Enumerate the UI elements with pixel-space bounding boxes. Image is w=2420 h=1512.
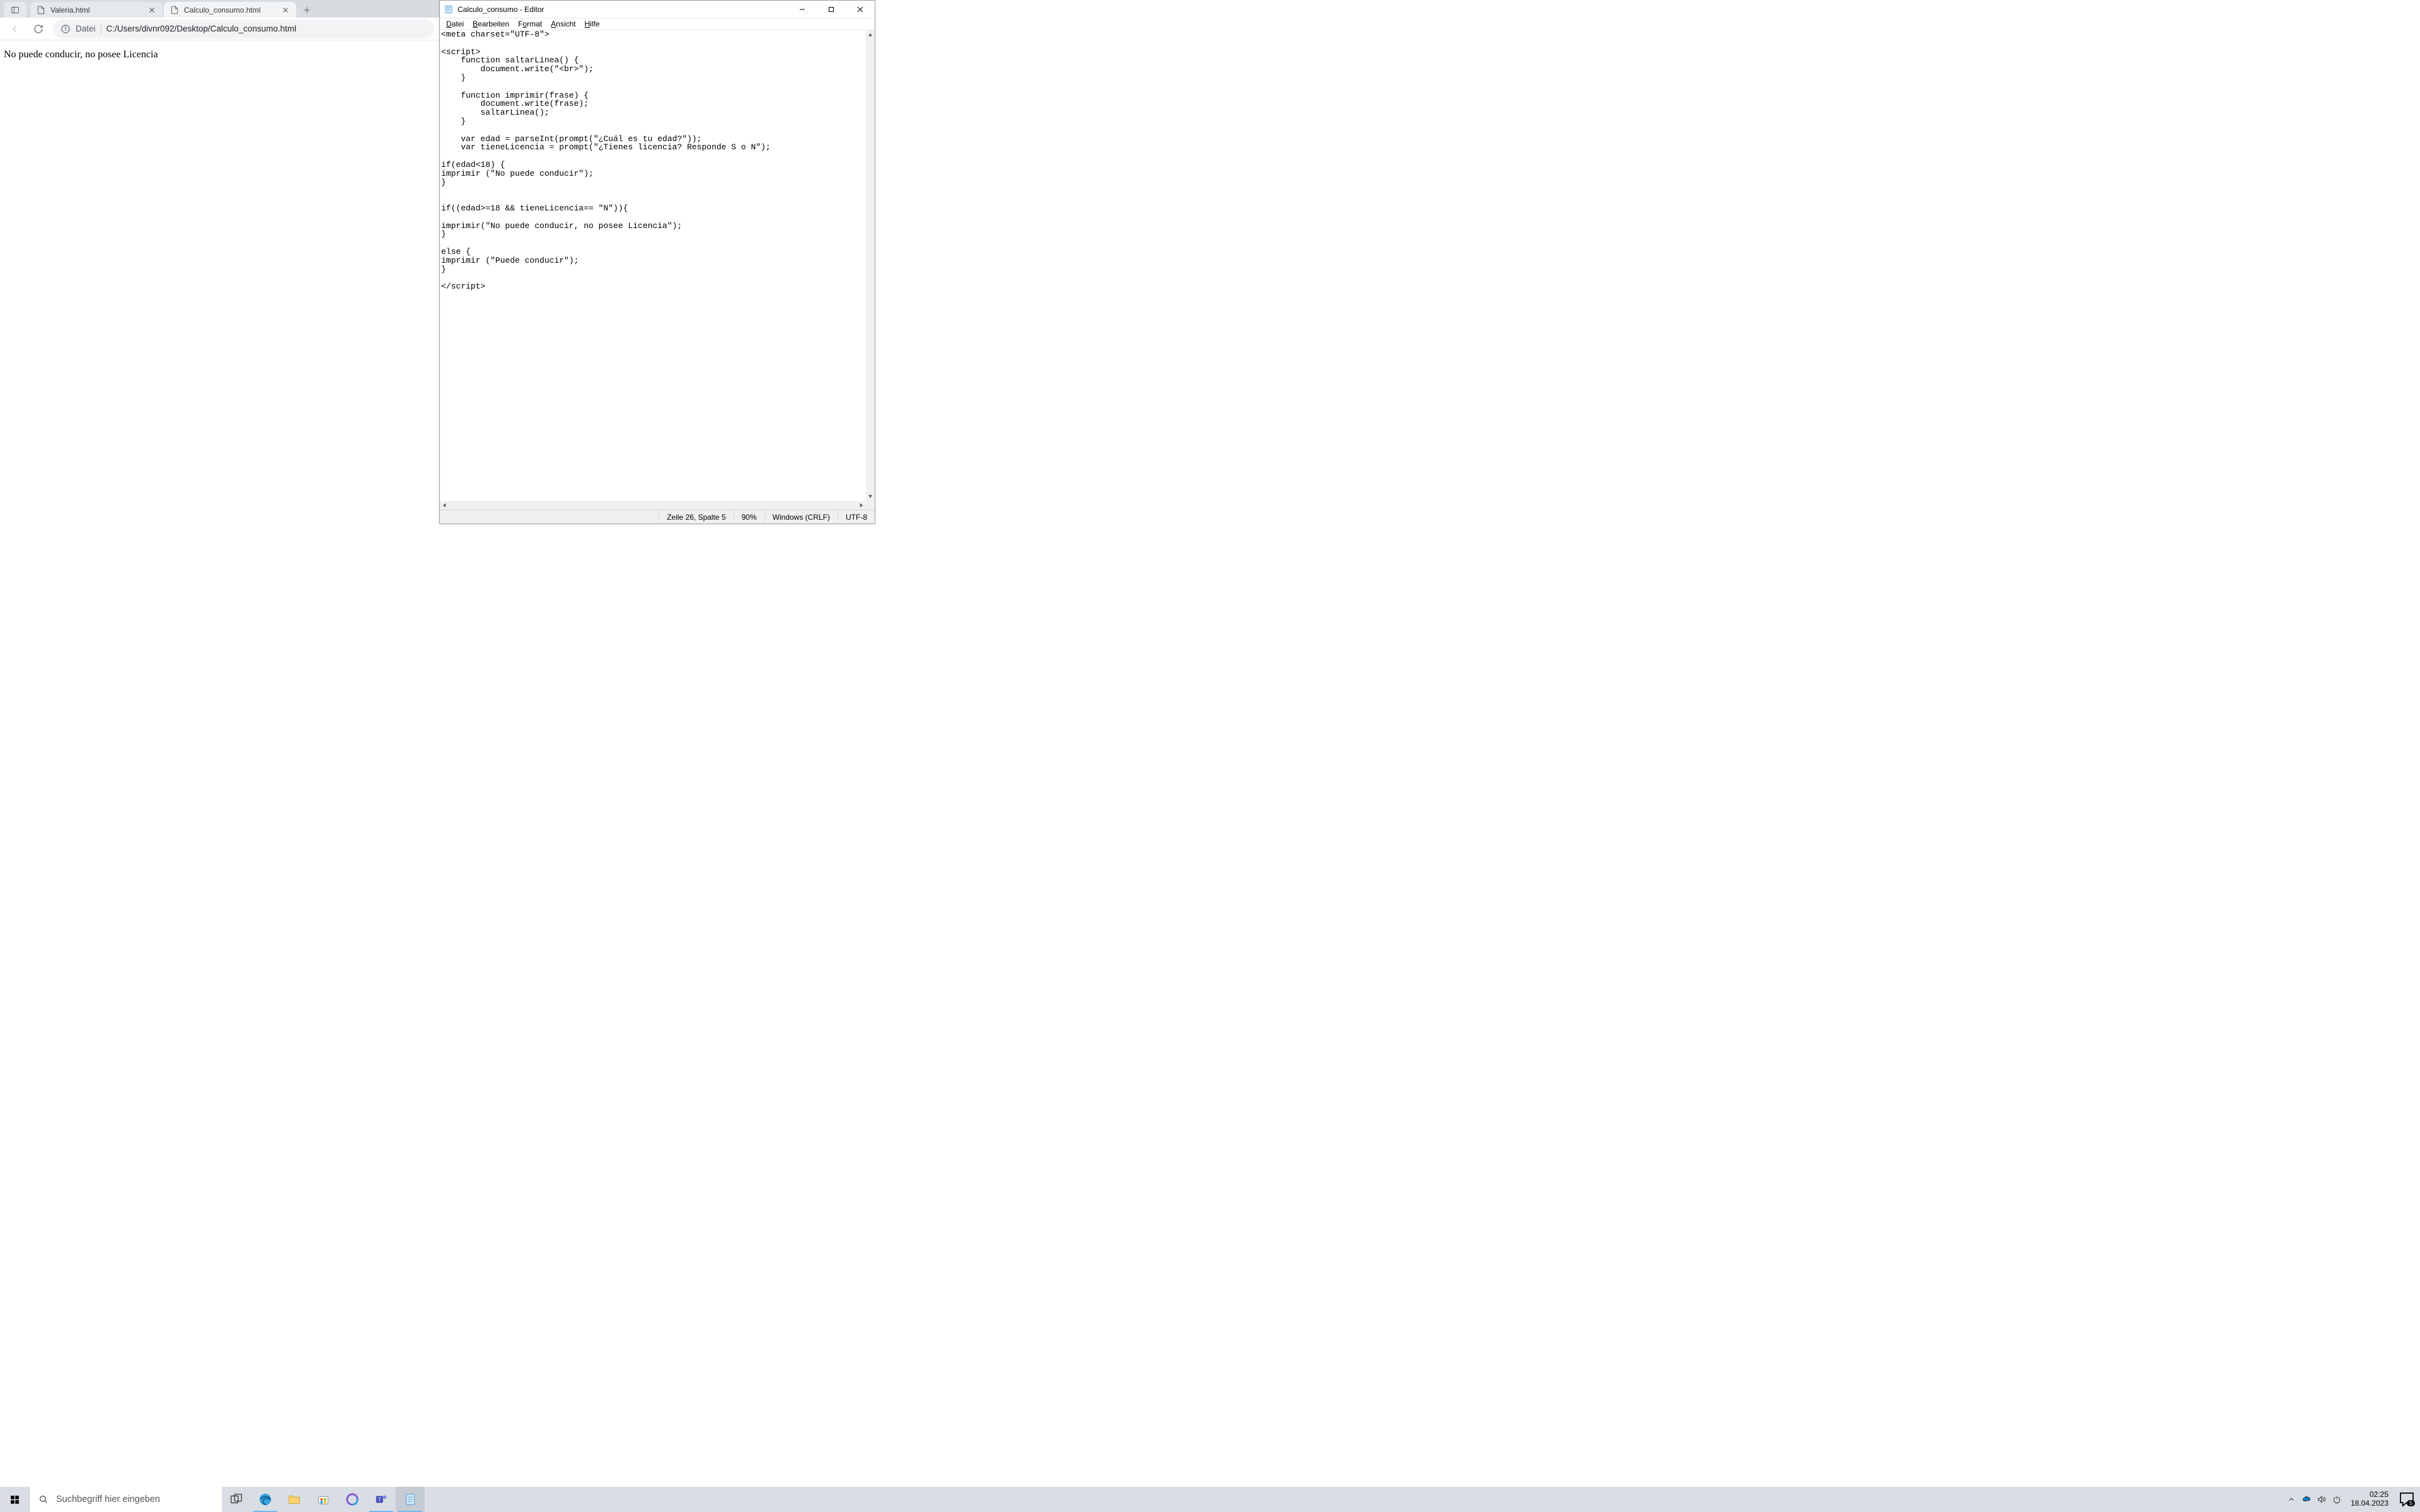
- taskbar-app-edge[interactable]: [251, 1487, 280, 1512]
- taskbar-app-notepad[interactable]: [396, 1487, 425, 1512]
- file-icon: [170, 6, 179, 14]
- taskbar-clock[interactable]: 02:25 18.04.2023: [2347, 1491, 2392, 1508]
- close-icon[interactable]: [281, 6, 290, 14]
- editor-area: <meta charset="UTF-8"> <script> function…: [440, 30, 875, 510]
- tray-expand-icon[interactable]: [2286, 1494, 2296, 1504]
- clock-time: 02:25: [2351, 1491, 2388, 1499]
- taskbar: Suchbegriff hier eingeben T 02:25: [0, 1487, 2420, 1512]
- svg-text:T: T: [378, 1497, 381, 1503]
- search-icon: [38, 1494, 49, 1504]
- window-controls: [788, 1, 875, 18]
- taskbar-app-store[interactable]: [309, 1487, 338, 1512]
- taskbar-search[interactable]: Suchbegriff hier eingeben: [29, 1487, 222, 1512]
- notification-badge: 5: [2407, 1500, 2415, 1506]
- address-bar[interactable]: Datei C:/Users/divnr092/Desktop/Calculo_…: [53, 20, 434, 38]
- browser-tab-1[interactable]: Valeria.html: [30, 2, 163, 18]
- notepad-menubar: Datei Bearbeiten Format Ansicht Hilfe: [440, 18, 875, 30]
- notepad-app-icon: [444, 4, 454, 14]
- close-icon[interactable]: [147, 6, 156, 14]
- tray-volume-icon[interactable]: [2317, 1494, 2327, 1504]
- action-center-button[interactable]: 5: [2397, 1490, 2416, 1509]
- page-output-text: No puede conducir, no posee Licencia: [4, 49, 435, 60]
- scroll-right-arrow[interactable]: [857, 501, 866, 510]
- menu-bearbeiten[interactable]: Bearbeiten: [469, 20, 513, 28]
- minimize-button[interactable]: [788, 1, 817, 18]
- url-path: C:/Users/divnr092/Desktop/Calculo_consum…: [107, 24, 297, 33]
- status-cursor-position: Zeile 26, Spalte 5: [659, 510, 733, 524]
- scroll-left-arrow[interactable]: [440, 501, 449, 510]
- browser-tabbar: Valeria.html Calculo_consumo.html: [0, 0, 439, 18]
- status-encoding: UTF-8: [838, 510, 875, 524]
- horizontal-scrollbar[interactable]: [440, 501, 866, 510]
- notepad-titlebar[interactable]: Calculo_consumo - Editor: [440, 1, 875, 18]
- tab-title: Calculo_consumo.html: [184, 6, 276, 14]
- reload-button[interactable]: [29, 20, 48, 38]
- menu-hilfe[interactable]: Hilfe: [581, 20, 604, 28]
- tray-power-icon[interactable]: [2332, 1494, 2342, 1504]
- search-placeholder: Suchbegriff hier eingeben: [56, 1494, 160, 1504]
- tab-actions-button[interactable]: [4, 2, 26, 18]
- menu-ansicht[interactable]: Ansicht: [547, 20, 579, 28]
- menu-datei[interactable]: Datei: [442, 20, 468, 28]
- system-tray: 02:25 18.04.2023 5: [2283, 1487, 2420, 1512]
- editor-text[interactable]: <meta charset="UTF-8"> <script> function…: [441, 30, 866, 501]
- vertical-scrollbar[interactable]: [866, 30, 875, 501]
- close-button[interactable]: [846, 1, 875, 18]
- browser-viewport: No puede conducir, no posee Licencia: [0, 40, 439, 524]
- browser-tab-2[interactable]: Calculo_consumo.html: [164, 2, 296, 18]
- notepad-statusbar: Zeile 26, Spalte 5 90% Windows (CRLF) UT…: [440, 510, 875, 524]
- browser-toolbar: Datei C:/Users/divnr092/Desktop/Calculo_…: [0, 18, 439, 40]
- scroll-up-arrow[interactable]: [866, 30, 875, 39]
- taskbar-app-explorer[interactable]: [280, 1487, 309, 1512]
- start-button[interactable]: [0, 1487, 29, 1512]
- new-tab-button[interactable]: [297, 2, 316, 18]
- scroll-down-arrow[interactable]: [866, 492, 875, 501]
- status-line-ending: Windows (CRLF): [764, 510, 838, 524]
- tab-title: Valeria.html: [50, 6, 142, 14]
- task-view-button[interactable]: [222, 1487, 251, 1512]
- tray-onedrive-icon[interactable]: [2302, 1494, 2312, 1504]
- site-info-icon[interactable]: [60, 24, 71, 34]
- status-zoom: 90%: [734, 510, 764, 524]
- scroll-corner: [866, 501, 875, 510]
- window-title: Calculo_consumo - Editor: [458, 5, 788, 14]
- taskbar-app-teams[interactable]: T: [367, 1487, 396, 1512]
- back-button[interactable]: [5, 20, 24, 38]
- file-icon: [37, 6, 45, 14]
- taskbar-app-office[interactable]: [338, 1487, 367, 1512]
- clock-date: 18.04.2023: [2351, 1499, 2388, 1508]
- url-scheme: Datei: [76, 24, 96, 33]
- browser-window: Valeria.html Calculo_consumo.html Datei …: [0, 0, 439, 524]
- menu-format[interactable]: Format: [514, 20, 546, 28]
- notepad-window: Calculo_consumo - Editor Datei Bearbeite…: [439, 0, 875, 524]
- taskbar-apps: T: [222, 1487, 425, 1512]
- maximize-button[interactable]: [817, 1, 846, 18]
